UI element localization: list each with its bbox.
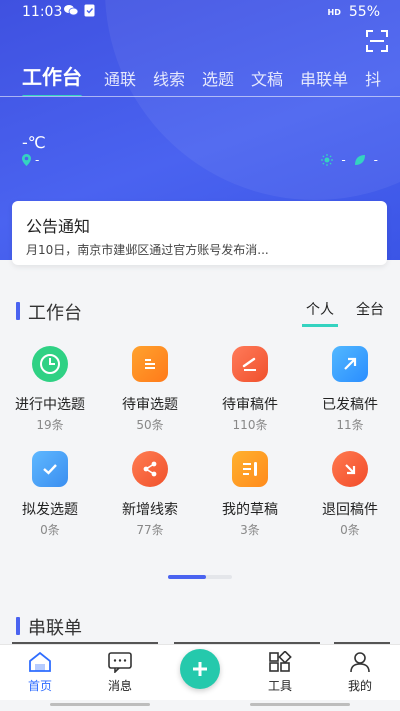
scope-all[interactable]: 全台 bbox=[356, 299, 384, 319]
send-arrow-icon bbox=[332, 346, 368, 382]
grid-item-topics-pending[interactable]: 待审选题 50条 bbox=[100, 346, 200, 433]
notice-card[interactable]: 公告通知 月10日，南京市建邺区通过官方账号发布消... bbox=[12, 201, 387, 265]
gesture-indicator bbox=[50, 703, 150, 706]
grid-item-count: 3条 bbox=[240, 523, 260, 537]
nav-mine[interactable]: 我的 bbox=[330, 651, 390, 694]
nav-mine-label: 我的 bbox=[347, 679, 372, 693]
tools-grid-icon bbox=[269, 651, 292, 672]
tab-rundown[interactable]: 串联单 bbox=[300, 66, 348, 96]
workbench-grid: 进行中选题 19条 待审选题 50条 待审稿件 110条 已发稿件 11条 拟发… bbox=[0, 346, 400, 538]
bottom-navigation: 首页 消息 工具 我的 bbox=[0, 644, 400, 701]
status-right: HD 55% bbox=[328, 4, 380, 20]
grid-item-returned-manuscripts[interactable]: 退回稿件 0条 bbox=[300, 451, 400, 538]
notice-content: 月10日，南京市建邺区通过官方账号发布消... bbox=[26, 243, 269, 257]
list-icon bbox=[132, 346, 168, 382]
tab-manuscripts[interactable]: 文稿 bbox=[251, 66, 283, 96]
grid-pager-fill bbox=[168, 575, 207, 579]
grid-item-manuscripts-pending[interactable]: 待审稿件 110条 bbox=[200, 346, 300, 433]
leaf-value: - bbox=[373, 153, 378, 167]
weather-location: - bbox=[22, 153, 39, 167]
sun-value: - bbox=[341, 153, 346, 167]
grid-item-topics-to-publish[interactable]: 拟发选题 0条 bbox=[0, 451, 100, 538]
leaf-icon bbox=[354, 155, 365, 165]
return-arrow-icon bbox=[332, 451, 368, 487]
grid-item-count: 77条 bbox=[136, 523, 164, 537]
grid-item-label: 拟发选题 bbox=[22, 502, 78, 518]
nav-messages-label: 消息 bbox=[107, 679, 132, 693]
status-bar: 11:03 HD 55% bbox=[0, 0, 400, 26]
tab-workbench[interactable]: 工作台 bbox=[22, 62, 82, 96]
grid-item-new-clues[interactable]: 新增线索 77条 bbox=[100, 451, 200, 538]
battery-level: 55% bbox=[348, 4, 380, 20]
clipboard-check-icon bbox=[84, 4, 95, 17]
grid-item-topics-in-progress[interactable]: 进行中选题 19条 bbox=[0, 346, 100, 433]
share-icon bbox=[132, 451, 168, 487]
tab-more[interactable]: 抖 bbox=[365, 66, 381, 96]
header-decor-circle bbox=[105, 0, 400, 200]
wechat-icon bbox=[64, 5, 78, 16]
grid-item-label: 我的草稿 bbox=[222, 502, 278, 518]
check-icon bbox=[32, 451, 68, 487]
tab-topics[interactable]: 选题 bbox=[202, 66, 234, 96]
edit-icon bbox=[232, 346, 268, 382]
tabs-divider bbox=[0, 96, 400, 97]
nav-tools[interactable]: 工具 bbox=[250, 651, 310, 694]
grid-item-label: 进行中选题 bbox=[15, 397, 85, 413]
grid-item-label: 退回稿件 bbox=[322, 502, 378, 518]
scan-icon[interactable] bbox=[366, 30, 388, 52]
top-tabs: 工作台 通联 线索 选题 文稿 串联单 抖 bbox=[0, 62, 400, 96]
grid-item-count: 0条 bbox=[40, 523, 60, 537]
sun-icon bbox=[321, 154, 334, 166]
nav-home-label: 首页 bbox=[27, 679, 52, 693]
message-icon bbox=[108, 652, 132, 673]
grid-item-label: 待审选题 bbox=[122, 397, 178, 413]
gesture-indicator bbox=[250, 703, 350, 706]
grid-item-manuscripts-published[interactable]: 已发稿件 11条 bbox=[300, 346, 400, 433]
nav-home[interactable]: 首页 bbox=[10, 651, 70, 694]
status-icons bbox=[64, 4, 95, 17]
grid-item-label: 新增线索 bbox=[122, 502, 178, 518]
grid-pager bbox=[168, 575, 232, 579]
notice-title: 公告通知 bbox=[26, 217, 91, 236]
nav-tools-label: 工具 bbox=[267, 679, 292, 693]
user-icon bbox=[350, 652, 370, 673]
hd-indicator: HD bbox=[327, 7, 341, 17]
location-pin-icon bbox=[22, 154, 31, 166]
home-icon bbox=[29, 651, 51, 672]
grid-item-count: 110条 bbox=[232, 418, 268, 432]
clock-icon bbox=[32, 346, 68, 382]
scope-personal[interactable]: 个人 bbox=[302, 299, 338, 327]
grid-item-count: 50条 bbox=[136, 418, 164, 432]
grid-item-count: 19条 bbox=[36, 418, 64, 432]
nav-messages[interactable]: 消息 bbox=[90, 651, 150, 694]
plus-icon bbox=[193, 662, 207, 676]
tab-contact[interactable]: 通联 bbox=[104, 66, 136, 96]
grid-item-count: 0条 bbox=[340, 523, 360, 537]
location-value: - bbox=[35, 153, 40, 167]
grid-item-label: 待审稿件 bbox=[222, 397, 278, 413]
rundown-title: 串联单 bbox=[16, 614, 82, 640]
weather-temperature: -℃ bbox=[22, 133, 46, 152]
system-gesture-bar bbox=[0, 700, 400, 711]
grid-item-count: 11条 bbox=[336, 418, 364, 432]
grid-item-label: 已发稿件 bbox=[322, 397, 378, 413]
draft-icon bbox=[232, 451, 268, 487]
weather-extras: - - bbox=[321, 153, 378, 167]
status-time: 11:03 bbox=[22, 4, 63, 20]
add-button[interactable] bbox=[180, 649, 220, 689]
grid-item-my-drafts[interactable]: 我的草稿 3条 bbox=[200, 451, 300, 538]
tab-clues[interactable]: 线索 bbox=[153, 66, 185, 96]
scope-switch: 个人 全台 bbox=[302, 299, 384, 327]
workbench-title: 工作台 bbox=[16, 299, 82, 325]
